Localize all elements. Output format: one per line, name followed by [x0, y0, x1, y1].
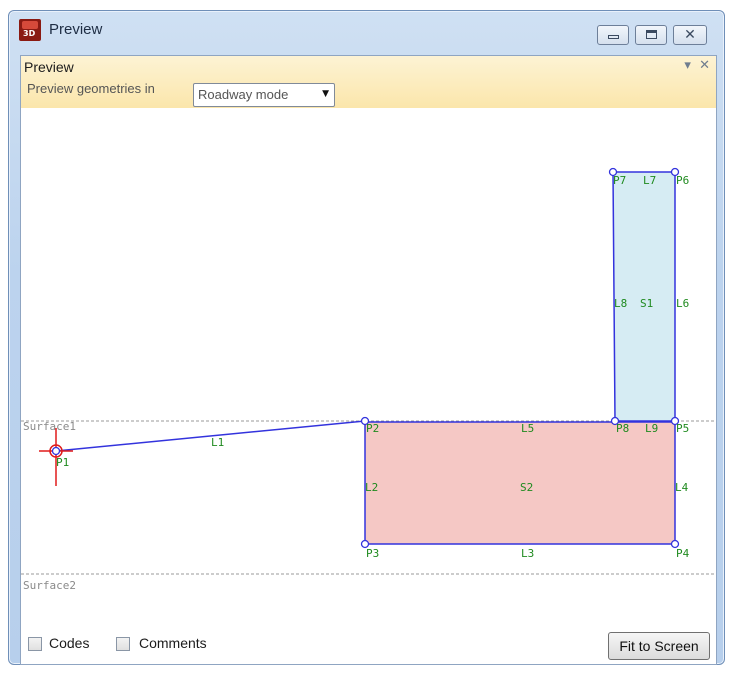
- comments-label: Comments: [139, 635, 207, 651]
- mode-dropdown-value: Roadway mode: [198, 87, 289, 102]
- minimize-icon: [598, 26, 628, 44]
- chevron-down-icon: ▼: [322, 89, 329, 99]
- panel-footer: Codes Comments Fit to Screen: [21, 624, 716, 664]
- minimize-button[interactable]: [597, 25, 629, 45]
- point-p1[interactable]: [51, 446, 61, 456]
- label-p8: P8: [616, 422, 629, 435]
- mode-label: Preview geometries in: [27, 81, 155, 96]
- label-l8: L8: [614, 297, 627, 310]
- codes-label: Codes: [49, 635, 90, 651]
- label-l2: L2: [365, 481, 378, 494]
- fit-to-screen-button[interactable]: Fit to Screen: [608, 632, 710, 660]
- label-p3: P3: [366, 547, 379, 560]
- label-s2: S2: [520, 481, 533, 494]
- label-l5: L5: [521, 422, 534, 435]
- label-p7: P7: [613, 174, 626, 187]
- panel-header: Preview ▾ ✕ Preview geometries in Roadwa…: [21, 56, 716, 108]
- title-bar[interactable]: 3D Preview ✕: [9, 11, 724, 53]
- label-s1: S1: [640, 297, 653, 310]
- comments-checkbox[interactable]: [116, 637, 130, 651]
- app-3d-icon: 3D: [19, 19, 41, 41]
- preview-panel: Preview ▾ ✕ Preview geometries in Roadwa…: [20, 55, 717, 665]
- label-l1: L1: [211, 436, 224, 449]
- panel-title: Preview: [24, 59, 74, 75]
- app-icon-text: 3D: [23, 29, 36, 38]
- close-button[interactable]: ✕: [673, 25, 707, 45]
- window-title: Preview: [49, 21, 103, 38]
- label-l4: L4: [675, 481, 689, 494]
- label-l7: L7: [643, 174, 656, 187]
- label-p6: P6: [676, 174, 689, 187]
- panel-close-icon[interactable]: ✕: [699, 58, 710, 73]
- maximize-button[interactable]: [635, 25, 667, 45]
- surface-label-1: Surface1: [23, 420, 76, 433]
- label-p5: P5: [676, 422, 689, 435]
- label-p4: P4: [676, 547, 690, 560]
- label-l6: L6: [676, 297, 689, 310]
- mode-dropdown[interactable]: Roadway mode ▼: [193, 83, 335, 107]
- geometry-view[interactable]: Surface1 Surface2 P1 P2 P3 P4 P5 P6 P7 P…: [21, 108, 716, 613]
- label-p1: P1: [56, 456, 69, 469]
- label-l3: L3: [521, 547, 534, 560]
- close-icon: ✕: [684, 27, 696, 43]
- panel-controls: ▾ ✕: [680, 58, 710, 73]
- label-l9: L9: [645, 422, 658, 435]
- maximize-icon: [636, 26, 666, 44]
- preview-canvas[interactable]: Surface1 Surface2 P1 P2 P3 P4 P5 P6 P7 P…: [21, 108, 716, 613]
- label-p2: P2: [366, 422, 379, 435]
- pin-dropdown-icon[interactable]: ▾: [684, 58, 691, 73]
- surface-label-2: Surface2: [23, 579, 76, 592]
- codes-checkbox[interactable]: [28, 637, 42, 651]
